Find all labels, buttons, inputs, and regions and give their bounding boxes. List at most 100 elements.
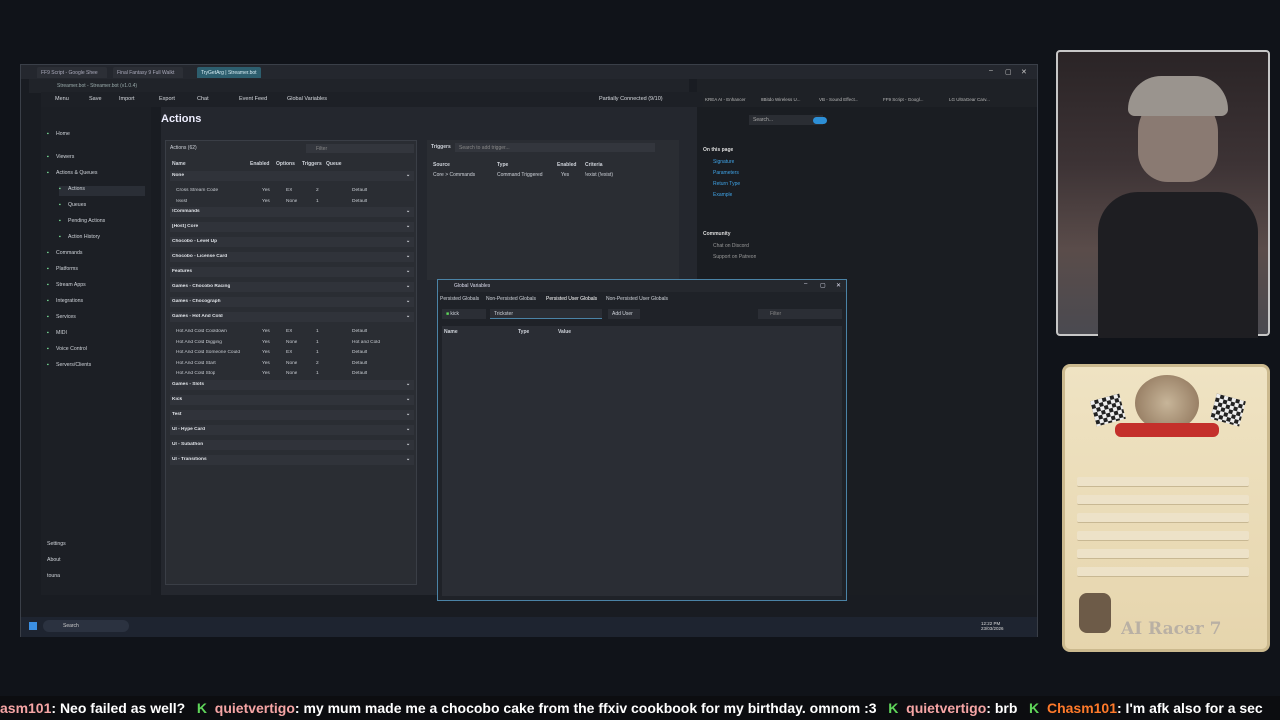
chevron-down-icon[interactable]: ⌄ (406, 254, 410, 259)
chat-button[interactable]: Chat (197, 96, 209, 104)
chevron-down-icon[interactable]: ⌄ (406, 173, 410, 178)
chevron-down-icon[interactable]: ⌄ (406, 457, 410, 462)
action-group[interactable]: UI - Transitions ⌄ (170, 454, 414, 465)
chevron-down-icon[interactable]: ⌄ (406, 284, 410, 289)
sidebar-item-actions[interactable]: ▪ Actions (59, 186, 145, 196)
bookmark[interactable]: VB - Sound Effect... (819, 97, 858, 102)
action-group[interactable]: Games - Hot And Cold ⌄ (170, 312, 414, 322)
event-feed-button[interactable]: Event Feed (239, 96, 267, 104)
patreon-link[interactable]: Support on Patreon (713, 254, 756, 260)
sidebar-item-commands[interactable]: ▪ Commands (47, 250, 145, 260)
sidebar-item-integrations[interactable]: ▪ Integrations (47, 298, 145, 308)
chevron-down-icon[interactable]: ⌄ (406, 269, 410, 274)
export-button[interactable]: Export (159, 96, 175, 104)
trigger-search-input[interactable]: Search to add trigger... (455, 143, 655, 152)
action-group[interactable]: Chocobo - License Card ⌄ (170, 252, 414, 262)
table-row[interactable]: Hot And Cold Cooldown Yes EX 1 Default (170, 327, 414, 337)
filter-input[interactable]: Filter (306, 144, 414, 153)
table-row[interactable]: !exist Yes None 1 Default (170, 197, 414, 207)
minimize-icon[interactable]: – (989, 67, 993, 74)
bookmark[interactable]: KREA AI - Enhancer (705, 97, 746, 102)
chevron-down-icon[interactable]: ⌄ (406, 382, 410, 387)
action-group[interactable]: Test ⌄ (170, 409, 414, 420)
docs-link[interactable]: Signature (713, 159, 734, 165)
action-group[interactable]: Chocobo - Level Up ⌄ (170, 237, 414, 247)
bookmark[interactable]: FF9 Script - Googl... (883, 97, 924, 102)
actions-count: Actions (62) (170, 145, 197, 151)
import-button[interactable]: Import (119, 96, 135, 104)
theme-toggle[interactable] (813, 117, 827, 124)
bookmark[interactable]: 8Bitdo Wireless U... (761, 97, 801, 102)
docs-link[interactable]: Example (713, 192, 732, 198)
sidebar-item-action-history[interactable]: ▪ Action History (59, 234, 145, 244)
bookmark[interactable]: LG UltraGear Carv... (949, 97, 990, 102)
sidebar-bottom-2[interactable]: touna (47, 573, 145, 583)
sidebar-bottom-1[interactable]: About (47, 557, 145, 567)
maximize-icon[interactable]: ▢ (1005, 68, 1012, 76)
browser-tab[interactable]: FF9 Script - Google Shee (37, 67, 107, 78)
sidebar-bottom-0[interactable]: Settings (47, 541, 145, 551)
sidebar-item-queues[interactable]: ▪ Queues (59, 202, 145, 212)
sidebar-item-voice-control[interactable]: ▪ Voice Control (47, 346, 145, 356)
tab-persisted-globals[interactable]: Persisted Globals (440, 296, 479, 302)
table-row[interactable]: Hot And Cold Start Yes None 2 Default (170, 359, 414, 369)
action-group[interactable]: None ⌄ (170, 171, 414, 181)
docs-link[interactable]: Parameters (713, 170, 739, 176)
menu-button[interactable]: Menu (55, 96, 69, 104)
chevron-down-icon[interactable]: ⌄ (406, 239, 410, 244)
sidebar-item-home[interactable]: ▪ Home (47, 131, 145, 141)
tab-persisted-user-globals[interactable]: Persisted User Globals (546, 296, 597, 302)
sidebar-item-viewers[interactable]: ▪ Viewers (47, 154, 145, 164)
table-row[interactable]: Hot And Cold Digging Yes None 1 Hot and Cold (170, 338, 414, 348)
discord-link[interactable]: Chat on Discord (713, 243, 749, 249)
chevron-down-icon[interactable]: ⌄ (406, 397, 410, 402)
browser-tab[interactable]: TryGetArg | Streamer.bot (197, 67, 261, 78)
action-group[interactable]: Games - Chocograph ⌄ (170, 297, 414, 307)
close-icon[interactable]: ✕ (836, 282, 841, 289)
table-row[interactable]: Cross Stream Code Yes EX 2 Default (170, 186, 414, 196)
browser-tab[interactable]: Final Fantasy 9 Full Walkt (113, 67, 183, 78)
taskbar-search[interactable]: Search (43, 620, 129, 632)
chevron-down-icon[interactable]: ⌄ (406, 427, 410, 432)
sidebar-item-services[interactable]: ▪ Services (47, 314, 145, 324)
platform-select[interactable]: ■ kick (442, 309, 486, 319)
sidebar-item-midi[interactable]: ▪ MIDI (47, 330, 145, 340)
tab-non-persisted-user-globals[interactable]: Non-Persisted User Globals (606, 296, 668, 302)
connection-status[interactable]: Partially Connected (9/10) (599, 96, 663, 104)
maximize-icon[interactable]: ▢ (820, 282, 826, 289)
action-group[interactable]: Games - Slots ⌄ (170, 379, 414, 390)
chevron-down-icon[interactable]: ⌄ (406, 412, 410, 417)
sidebar-item-pending-actions[interactable]: ▪ Pending Actions (59, 218, 145, 228)
tab-non-persisted-globals[interactable]: Non-Persisted Globals (486, 296, 536, 302)
sidebar-item-actions-queues[interactable]: ▪ Actions & Queues (47, 170, 145, 180)
chevron-down-icon[interactable]: ⌄ (406, 299, 410, 304)
filter-input[interactable]: Filter (758, 309, 842, 319)
action-group[interactable]: UI - Hype Card ⌄ (170, 424, 414, 435)
clock[interactable]: 12:22 PM 23/03/2026 (981, 621, 1004, 631)
global-variables-button[interactable]: Global Variables (287, 96, 327, 104)
windows-start-icon[interactable] (29, 622, 37, 630)
sidebar-item-platforms[interactable]: ▪ Platforms (47, 266, 145, 276)
action-group[interactable]: !Commands ⌄ (170, 207, 414, 217)
action-group[interactable]: Kick ⌄ (170, 394, 414, 405)
table-row[interactable]: Hot And Cold Stop Yes None 1 Default (170, 369, 414, 379)
action-group[interactable]: Games - Chocobo Racing ⌄ (170, 282, 414, 292)
action-enabled: Yes (262, 371, 270, 376)
chevron-down-icon[interactable]: ⌄ (406, 209, 410, 214)
action-group[interactable]: UI - Subathon ⌄ (170, 439, 414, 450)
sidebar-item-stream-apps[interactable]: ▪ Stream Apps (47, 282, 145, 292)
docs-search-input[interactable]: Search... (749, 115, 823, 125)
chevron-down-icon[interactable]: ⌄ (406, 314, 410, 319)
table-row[interactable]: Hot And Cold Someone Could Yes EX 1 Default (170, 348, 414, 358)
action-group[interactable]: Features ⌄ (170, 267, 414, 277)
chevron-down-icon[interactable]: ⌄ (406, 442, 410, 447)
docs-link[interactable]: Return Type (713, 181, 740, 187)
action-group[interactable]: [Host] Core ⌄ (170, 222, 414, 232)
sidebar-item-servers-clients[interactable]: ▪ Servers/Clients (47, 362, 145, 372)
user-select[interactable]: Trickster (490, 309, 602, 319)
add-user-button[interactable]: Add User (608, 309, 640, 319)
save-button[interactable]: Save (89, 96, 102, 104)
chevron-down-icon[interactable]: ⌄ (406, 224, 410, 229)
minimize-icon[interactable]: – (804, 281, 807, 287)
close-icon[interactable]: ✕ (1021, 68, 1027, 76)
